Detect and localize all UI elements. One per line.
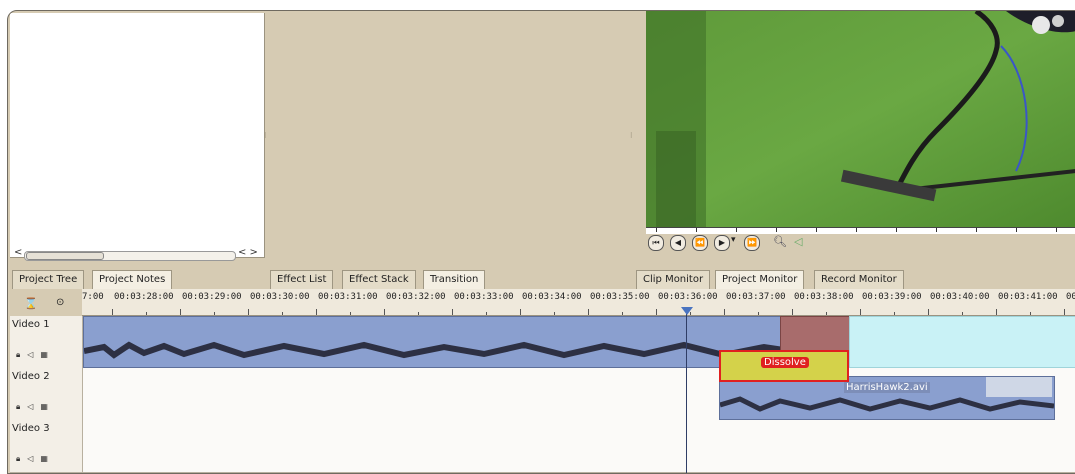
ruler-label: 00:03:30:00: [250, 292, 310, 302]
hourglass-icon[interactable]: ⌛: [24, 297, 38, 310]
timeline-clip[interactable]: HarrisHawk2.avi: [719, 376, 1055, 420]
panel-splitter-handle[interactable]: ⁝: [630, 131, 634, 141]
transition-dissolve[interactable]: Dissolve: [719, 350, 849, 382]
timeline-tracks: Video 1 🔒︎◁▦ Video 2 🔒︎◁▦ HarrisHawk2.av…: [10, 316, 1075, 473]
track-row: Video 2 🔒︎◁▦ HarrisHawk2.avi Dissolve: [10, 350, 1075, 421]
dropdown-icon[interactable]: ▾: [731, 235, 736, 245]
scroll-arrows-label[interactable]: < >: [238, 247, 258, 258]
rewind-icon[interactable]: ⏮: [648, 235, 664, 251]
monitor-video-frame: [646, 11, 1075, 227]
timeline-clip-empty[interactable]: [849, 316, 1075, 368]
ruler-label: 00:03:36:00: [658, 292, 718, 302]
ruler-label: 00:03:31:00: [318, 292, 378, 302]
track-name: Video 3: [12, 423, 50, 434]
tab-project-monitor[interactable]: Project Monitor: [715, 270, 805, 289]
timeline-ruler[interactable]: 7:00 00:03:28:00 00:03:29:00 00:03:30:00…: [82, 289, 1075, 316]
ruler-label: 00:03:41:00: [998, 292, 1058, 302]
scroll-left-arrow-icon[interactable]: <: [14, 247, 22, 258]
project-tree-panel[interactable]: < < >: [10, 13, 265, 261]
ruler-label: 00:03:32:00: [386, 292, 446, 302]
ruler-label: 00:03:33:00: [454, 292, 514, 302]
track-area[interactable]: HarrisHawk2.avi Dissolve: [83, 350, 1075, 420]
tab-project-tree[interactable]: Project Tree: [12, 270, 85, 289]
play-icon[interactable]: ▶: [714, 235, 730, 251]
track-row: Video 1 🔒︎◁▦: [10, 316, 1075, 369]
ruler-label: 00:03:34:00: [522, 292, 582, 302]
step-back-icon[interactable]: ⏪: [692, 235, 708, 251]
ruler-label: 00:03:28:00: [114, 292, 174, 302]
ruler-label: 00:03:40:00: [930, 292, 990, 302]
playhead-marker-icon[interactable]: [681, 307, 693, 315]
step-forward-icon[interactable]: ⏩: [744, 235, 760, 251]
ruler-label: 7:00: [82, 292, 104, 302]
tab-project-notes[interactable]: Project Notes: [92, 270, 173, 289]
monitor-position-ruler[interactable]: [646, 227, 1075, 234]
volume-icon[interactable]: ◁: [794, 235, 802, 248]
track-lock-mute-hide-icons[interactable]: 🔒︎◁▦: [16, 454, 55, 464]
zoom-fit-icon[interactable]: ⊙: [56, 297, 64, 308]
tab-transition[interactable]: Transition: [423, 270, 486, 289]
ruler-label: 00:03:39:00: [862, 292, 922, 302]
kdenlive-window: < < > ⁝ ⁝ ⏮ ◀ ⏪ ▶ ▾ ⏩ 🔍︎ ◁ Project Tree …: [7, 10, 1075, 474]
tab-effect-list[interactable]: Effect List: [270, 270, 334, 289]
track-area[interactable]: [83, 420, 1075, 472]
ruler-label: 00:0: [1066, 292, 1075, 302]
track-row: Video 3 🔒︎◁▦: [10, 420, 1075, 473]
track-lock-mute-hide-icons[interactable]: 🔒︎◁▦: [16, 402, 55, 412]
track-area[interactable]: [83, 316, 1075, 368]
track-name: Video 1: [12, 319, 50, 330]
tab-clip-monitor[interactable]: Clip Monitor: [636, 270, 711, 289]
project-tree-scrollbar[interactable]: < < >: [14, 247, 260, 261]
track-header[interactable]: Video 1 🔒︎◁▦: [10, 316, 83, 368]
timeline-header-tools: ⌛ ⊙: [10, 293, 82, 315]
track-header[interactable]: Video 3 🔒︎◁▦: [10, 420, 83, 472]
track-lock-mute-hide-icons[interactable]: 🔒︎◁▦: [16, 350, 55, 360]
transition-label: Dissolve: [761, 357, 809, 368]
tab-record-monitor[interactable]: Record Monitor: [814, 270, 904, 289]
zoom-icon[interactable]: 🔍︎: [773, 235, 787, 248]
panel-splitter-handle[interactable]: ⁝: [264, 131, 268, 141]
ruler-label: 00:03:38:00: [794, 292, 854, 302]
tab-effect-stack[interactable]: Effect Stack: [342, 270, 416, 289]
play-back-icon[interactable]: ◀: [670, 235, 686, 251]
ruler-label: 00:03:37:00: [726, 292, 786, 302]
scrollbar-thumb[interactable]: [26, 252, 104, 260]
clip-label: HarrisHawk2.avi: [844, 382, 930, 393]
ruler-label: 00:03:29:00: [182, 292, 242, 302]
effect-panel: [270, 13, 630, 257]
ruler-label: 00:03:35:00: [590, 292, 650, 302]
clip-thumbnail: [986, 377, 1052, 397]
timeline-playhead[interactable]: [686, 309, 687, 473]
track-name: Video 2: [12, 371, 50, 382]
track-header[interactable]: Video 2 🔒︎◁▦: [10, 368, 83, 420]
